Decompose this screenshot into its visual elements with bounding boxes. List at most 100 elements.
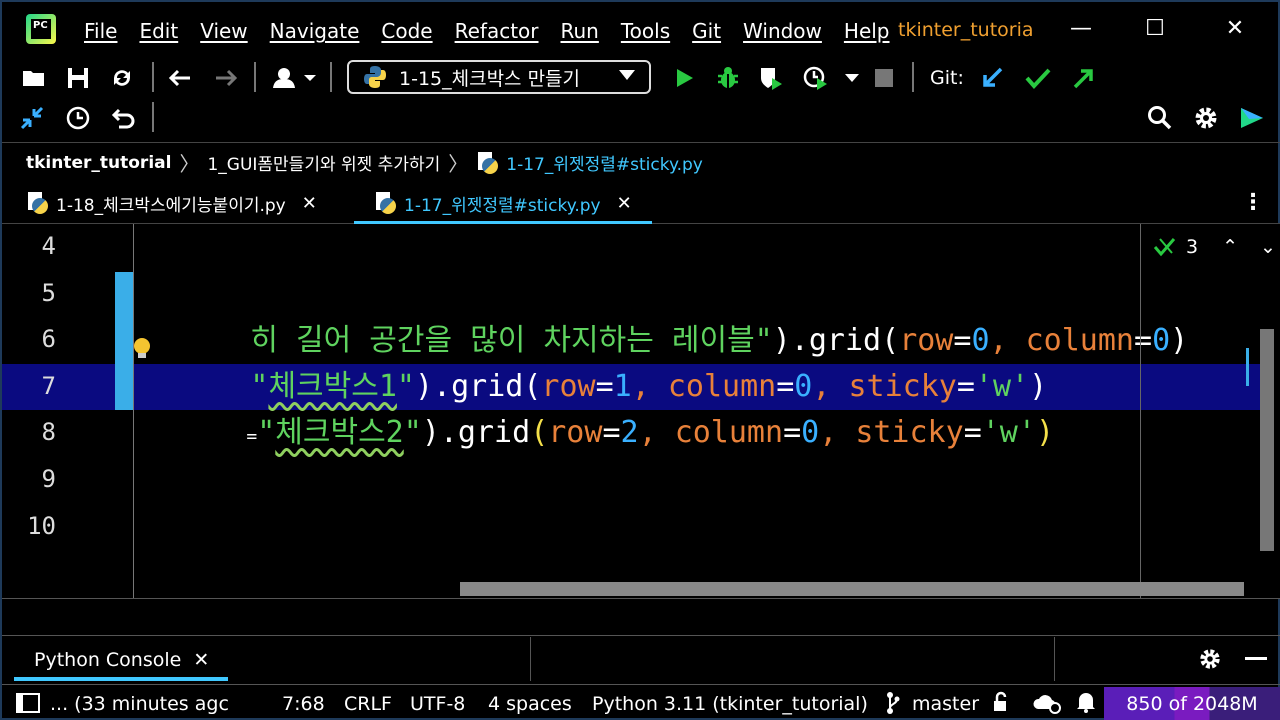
right-margin-guide [1140, 224, 1141, 598]
breadcrumb-project[interactable]: tkinter_tutorial [26, 153, 171, 173]
menu-file[interactable]: File [84, 19, 117, 43]
chevron-down-icon [619, 70, 635, 80]
coverage-shield-icon[interactable] [758, 64, 786, 92]
python-file-icon [374, 192, 396, 214]
rollback-undo-icon[interactable] [110, 104, 138, 132]
menu-navigate[interactable]: Navigate [270, 19, 360, 43]
notifications-bell-icon[interactable] [1076, 691, 1096, 718]
collapse-icon[interactable] [18, 104, 46, 132]
vertical-scrollbar[interactable] [1260, 329, 1274, 551]
breadcrumb-folder[interactable]: 1_GUI폼만들기와 위젯 추가하기 [207, 150, 440, 175]
stop-icon[interactable] [870, 64, 898, 92]
check-double-icon [1154, 238, 1176, 257]
jetbrains-ai-icon[interactable] [1238, 104, 1266, 132]
scroll-caret-marker [1246, 348, 1249, 386]
gear-icon[interactable] [1196, 645, 1224, 673]
menu-run[interactable]: Run [561, 19, 599, 43]
history-clock-icon[interactable] [64, 104, 92, 132]
tab-python-console[interactable]: Python Console ✕ [34, 649, 209, 671]
pycharm-logo-icon[interactable]: PC [26, 14, 56, 44]
file-encoding[interactable]: UTF-8 [410, 693, 465, 715]
run-config-label: 1-15_체크박스 만들기 [399, 67, 581, 90]
close-tab-icon[interactable]: ✕ [302, 193, 317, 214]
line-separator[interactable]: CRLF [344, 693, 392, 715]
line-number: 7 [41, 372, 56, 400]
project-title: tkinter_tutoria [898, 19, 1034, 41]
status-message[interactable]: ... (33 minutes agc [50, 693, 229, 715]
user-dropdown-icon[interactable] [270, 64, 320, 92]
panel-divider [530, 637, 531, 681]
code-line-6: "체크박스1").grid(row=1, column=0, sticky='w… [250, 369, 1048, 404]
sync-icon[interactable] [108, 64, 136, 92]
code-editor[interactable]: 4 5 6 7 8 9 10 히 길어 공간을 많이 차지하는 레이블").gr… [2, 224, 1280, 598]
maximize-icon[interactable]: ☐ [1142, 16, 1168, 42]
more-vertical-icon[interactable]: ⋮ [1242, 190, 1264, 215]
inspection-widget[interactable]: 3 ⌃ ⌄ [1154, 236, 1276, 258]
toolbar-separator [254, 62, 256, 92]
menu-git[interactable]: Git [692, 19, 721, 43]
editor-tabs: 1-18_체크박스에기능붙이기.py ✕ 1-17_위젯정렬#sticky.py… [2, 182, 1280, 224]
menu-items: File Edit View Navigate Code Refactor Ru… [84, 19, 912, 43]
menu-code[interactable]: Code [381, 19, 432, 43]
chevron-up-icon[interactable]: ⌃ [1222, 236, 1238, 258]
chevron-right-icon: 〉 [448, 152, 469, 176]
run-configuration-select[interactable]: 1-15_체크박스 만들기 [347, 60, 651, 94]
git-label: Git: [930, 67, 964, 89]
close-window-icon[interactable]: ✕ [1222, 16, 1248, 42]
run-icon[interactable] [670, 64, 698, 92]
tab-checkbox-function[interactable]: 1-18_체크박스에기능붙이기.py ✕ [26, 182, 317, 224]
code-line-5: 히 길어 공간을 많이 차지하는 레이블").grid(row=0, colum… [250, 323, 1189, 358]
menu-tools[interactable]: Tools [621, 19, 670, 43]
close-tab-icon[interactable]: ✕ [193, 649, 209, 671]
tab-widget-sticky[interactable]: 1-17_위젯정렬#sticky.py ✕ [354, 182, 652, 224]
breadcrumb-file[interactable]: 1-17_위젯정렬#sticky.py [476, 150, 703, 175]
caret-position[interactable]: 7:68 [282, 693, 325, 715]
indent-setting[interactable]: 4 spaces [488, 693, 572, 715]
git-branch[interactable]: master [912, 693, 979, 715]
python-console-label: Python Console [34, 649, 182, 671]
hide-panel-icon[interactable] [1242, 645, 1270, 673]
menu-bar: PC File Edit View Navigate Code Refactor… [2, 2, 1280, 58]
open-folder-icon[interactable] [20, 64, 48, 92]
minimize-icon[interactable]: — [1068, 16, 1094, 42]
unlock-icon[interactable] [992, 691, 1014, 718]
cloud-sync-icon[interactable] [1032, 691, 1062, 720]
python-interpreter[interactable]: Python 3.11 (tkinter_tutorial) [592, 693, 868, 715]
menu-window[interactable]: Window [743, 19, 822, 43]
git-update-arrow-icon[interactable] [978, 64, 1006, 92]
chevron-down-icon[interactable]: ⌄ [1260, 236, 1276, 258]
back-arrow-icon[interactable] [166, 64, 194, 92]
forward-arrow-icon[interactable] [212, 64, 240, 92]
git-commit-check-icon[interactable] [1024, 64, 1052, 92]
code-line-7: ="체크박스2").grid(row=2, column=0, sticky='… [246, 415, 1054, 450]
debug-bug-icon[interactable] [714, 64, 742, 92]
tab-label: 1-18_체크박스에기능붙이기.py [56, 195, 286, 216]
active-tab-indicator [14, 677, 228, 681]
python-file-icon [26, 192, 48, 214]
ide-window: PC File Edit View Navigate Code Refactor… [0, 0, 1280, 720]
profile-clock-icon[interactable] [802, 64, 830, 92]
search-icon[interactable] [1146, 104, 1174, 132]
toolbar-separator [152, 62, 154, 92]
horizontal-scrollbar[interactable] [460, 582, 1244, 596]
toggle-tool-windows-icon[interactable] [16, 693, 40, 718]
menu-refactor[interactable]: Refactor [455, 19, 539, 43]
line-number-gutter: 4 5 6 7 8 9 10 [2, 224, 134, 598]
gear-icon[interactable] [1192, 104, 1220, 132]
git-push-arrow-icon[interactable] [1070, 64, 1098, 92]
more-run-options-icon[interactable] [838, 64, 866, 92]
vcs-change-marker[interactable] [115, 272, 133, 410]
python-file-icon [476, 151, 499, 174]
close-tab-icon[interactable]: ✕ [617, 193, 632, 214]
save-all-icon[interactable] [64, 64, 92, 92]
line-number: 8 [41, 418, 56, 446]
menu-view[interactable]: View [200, 19, 247, 43]
breadcrumb: tkinter_tutorial 〉 1_GUI폼만들기와 위젯 추가하기 〉 … [2, 142, 1280, 182]
menu-help[interactable]: Help [844, 19, 890, 43]
menu-edit[interactable]: Edit [139, 19, 178, 43]
memory-indicator[interactable]: 850 of 2048M [1104, 687, 1280, 720]
chevron-right-icon: 〉 [179, 152, 200, 176]
inspection-count: 3 [1186, 236, 1199, 258]
toolbar-separator [912, 62, 914, 92]
tool-window-panel: Python Console ✕ [2, 598, 1280, 684]
